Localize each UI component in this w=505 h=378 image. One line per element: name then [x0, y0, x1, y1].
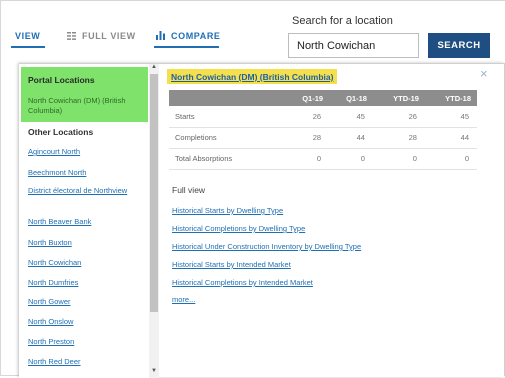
table-cell: 0 — [424, 148, 477, 170]
location-link[interactable]: North Preston — [28, 337, 143, 347]
search-label: Search for a location — [292, 15, 393, 27]
location-link[interactable]: Agincourt North — [28, 147, 143, 157]
column-header — [169, 90, 286, 106]
table-row: Starts 26 45 26 45 — [169, 106, 477, 128]
search-input[interactable] — [288, 33, 419, 58]
location-link[interactable]: North Buxton — [28, 238, 143, 248]
table-cell: 0 — [329, 148, 373, 170]
comparison-panel: Portal Locations North Cowichan (DM) (Br… — [19, 63, 504, 378]
tab-compare-underline — [154, 46, 219, 48]
table-cell: 45 — [329, 106, 373, 128]
location-link[interactable]: North Dumfries — [28, 278, 143, 288]
table-cell: 0 — [285, 148, 330, 170]
report-link[interactable]: Historical Starts by Dwelling Type — [172, 206, 283, 215]
table-cell: 0 — [372, 148, 425, 170]
other-locations-title: Other Locations — [28, 127, 94, 137]
scroll-down-arrow-icon[interactable]: ▼ — [151, 368, 157, 374]
tab-compare-label: COMPARE — [171, 31, 221, 41]
row-label: Completions — [169, 127, 286, 149]
grid-icon — [67, 32, 76, 40]
tab-view-underline — [11, 46, 45, 48]
tab-compare[interactable]: COMPARE — [156, 31, 221, 41]
column-header: Q1-18 — [329, 90, 373, 106]
app-window: VIEW FULL VIEW COMPARE Search for a loca… — [0, 0, 505, 378]
column-header: YTD-18 — [424, 90, 477, 106]
location-link[interactable]: North Gower — [28, 297, 143, 307]
location-sidebar: Portal Locations North Cowichan (DM) (Br… — [19, 64, 149, 378]
tab-full-view[interactable]: FULL VIEW — [67, 31, 136, 41]
row-label: Total Absorptions — [169, 148, 286, 170]
table-cell: 44 — [424, 127, 477, 149]
report-link[interactable]: Historical Starts by Intended Market — [172, 260, 291, 269]
close-icon[interactable]: × — [480, 66, 488, 81]
top-bar: VIEW FULL VIEW COMPARE Search for a loca… — [1, 1, 505, 63]
portal-locations-title: Portal Locations — [28, 75, 95, 85]
scroll-up-arrow-icon[interactable]: ▲ — [151, 64, 157, 70]
table-cell: 28 — [372, 127, 425, 149]
table-cell: 45 — [424, 106, 477, 128]
more-link[interactable]: more... — [172, 295, 195, 304]
bar-chart-icon — [156, 31, 165, 40]
row-label: Starts — [169, 106, 286, 128]
location-link[interactable]: North Onslow — [28, 317, 143, 327]
location-link[interactable]: District électoral de Northview — [28, 186, 143, 196]
housing-stats-table: Q1-19 Q1-18 YTD-19 YTD-18 Starts 26 45 2… — [169, 90, 477, 170]
location-link[interactable]: North Beaver Bank — [28, 217, 143, 227]
table-cell: 28 — [285, 127, 330, 149]
location-link[interactable]: North Cowichan — [28, 258, 143, 268]
table-row: Completions 28 44 28 44 — [169, 127, 477, 149]
column-header: YTD-19 — [372, 90, 425, 106]
sidebar-scrollbar-thumb[interactable] — [150, 74, 158, 312]
full-view-heading: Full view — [172, 185, 206, 195]
tab-view[interactable]: VIEW — [15, 31, 40, 41]
report-link[interactable]: Historical Completions by Intended Marke… — [172, 278, 313, 287]
search-button[interactable]: SEARCH — [428, 33, 490, 58]
table-cell: 26 — [372, 106, 425, 128]
location-detail: North Cowichan (DM) (British Columbia) ×… — [162, 64, 504, 378]
selected-location-title[interactable]: North Cowichan (DM) (British Columbia) — [167, 69, 338, 84]
location-link[interactable]: North Red Deer — [28, 357, 143, 367]
portal-locations-section: Portal Locations North Cowichan (DM) (Br… — [21, 67, 148, 122]
column-header: Q1-19 — [285, 90, 330, 106]
table-cell: 44 — [329, 127, 373, 149]
table-header-row: Q1-19 Q1-18 YTD-19 YTD-18 — [169, 90, 477, 106]
report-link[interactable]: Historical Completions by Dwelling Type — [172, 224, 305, 233]
table-cell: 26 — [285, 106, 330, 128]
tab-full-view-label: FULL VIEW — [82, 31, 136, 41]
location-link[interactable]: Beechmont North — [28, 168, 143, 178]
portal-location-item[interactable]: North Cowichan (DM) (British Columbia) — [28, 96, 146, 116]
report-link[interactable]: Historical Under Construction Inventory … — [172, 242, 361, 251]
table-row: Total Absorptions 0 0 0 0 — [169, 148, 477, 170]
